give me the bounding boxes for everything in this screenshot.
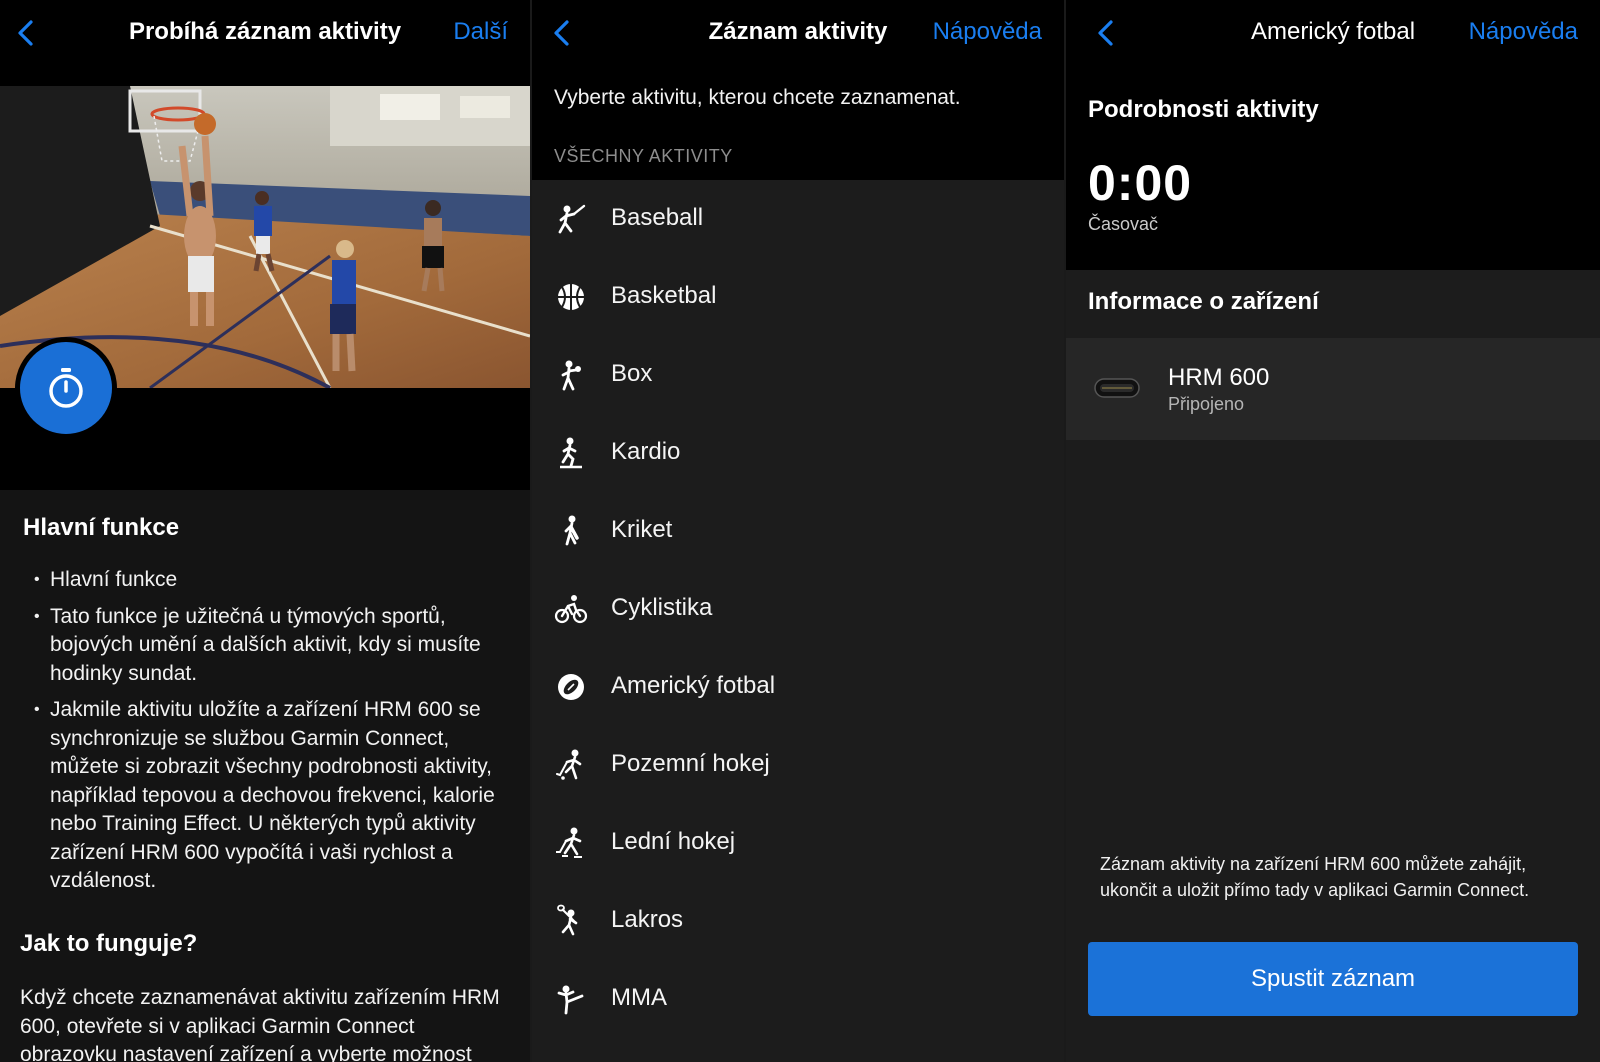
activity-item-basketball[interactable]: Basketbal	[532, 258, 1064, 336]
stopwatch-icon	[49, 368, 83, 408]
how-it-works-heading: Jak to funguje?	[20, 930, 198, 957]
main-features-heading: Hlavní funkce	[23, 514, 180, 541]
activity-item-cardio[interactable]: Kardio	[532, 414, 1064, 492]
activity-label: Box	[611, 360, 653, 387]
activity-item-mma[interactable]: MMA	[532, 960, 1064, 1038]
activity-item-baseball[interactable]: Baseball	[532, 180, 1064, 258]
feature-bullet: Tato funkce je užitečná u týmových sport…	[34, 603, 504, 689]
activity-label: Cyklistika	[611, 594, 713, 621]
section-label: VŠECHNY AKTIVITY	[554, 146, 733, 166]
feature-bullet: Jakmile aktivitu uložíte a zařízení HRM …	[34, 696, 504, 896]
activity-item-american-football[interactable]: Americký fotbal	[532, 648, 1064, 726]
feature-bullet: Hlavní funkce	[34, 566, 504, 595]
american-football-icon	[558, 674, 584, 700]
hrm-device-icon	[1094, 378, 1140, 398]
device-status: Připojeno	[1168, 394, 1245, 414]
stopwatch-button[interactable]	[15, 337, 117, 439]
mma-icon	[557, 985, 584, 1015]
field-hockey-icon	[556, 749, 582, 780]
boxing-icon	[561, 360, 581, 391]
how-it-works-text: Když chcete zaznamenávat aktivitu zaříze…	[20, 986, 500, 1062]
activity-list: Baseball Basketbal Box Kardio Kriket Cyk…	[532, 180, 1064, 1062]
header: Probíhá záznam aktivity Další	[0, 0, 530, 66]
recording-info-text: Záznam aktivity na zařízení HRM 600 může…	[1100, 854, 1530, 900]
activity-label: Pozemní hokej	[611, 750, 770, 777]
next-button[interactable]: Další	[453, 18, 508, 46]
activity-label: Kardio	[611, 438, 681, 465]
header: Záznam aktivity Nápověda	[532, 0, 1064, 66]
device-info-heading: Informace o zařízení	[1088, 288, 1319, 315]
baseball-icon	[558, 204, 586, 234]
start-recording-button[interactable]: Spustit záznam	[1088, 942, 1578, 1016]
activity-item-cricket[interactable]: Kriket	[532, 492, 1064, 570]
activity-item-field-hockey[interactable]: Pozemní hokej	[532, 726, 1064, 804]
activity-label: MMA	[611, 984, 667, 1011]
ice-hockey-icon	[556, 827, 582, 858]
timer-value: 0:00	[1088, 155, 1193, 211]
activity-label: Lední hokej	[611, 828, 736, 855]
activity-label: Americký fotbal	[611, 672, 776, 699]
activity-label: Kriket	[611, 516, 673, 543]
device-info-section: Informace o zařízení HRM 600 Připojeno Z…	[1066, 270, 1600, 1062]
feature-description: Hlavní funkce Hlavní funkce Tato funkce …	[0, 490, 530, 1062]
activity-item-box[interactable]: Box	[532, 336, 1064, 414]
activity-item-cycling[interactable]: Cyklistika	[532, 570, 1064, 648]
timer-label: Časovač	[1088, 214, 1159, 234]
header: Americký fotbal Nápověda	[1066, 0, 1600, 66]
cardio-icon	[560, 437, 582, 469]
activity-label: Basketbal	[611, 282, 717, 309]
basketball-icon	[558, 284, 584, 310]
feature-list: Hlavní funkce Tato funkce je užitečná u …	[34, 566, 504, 904]
instruction-text: Vyberte aktivitu, kterou chcete zaznamen…	[554, 86, 961, 109]
cycling-icon	[554, 595, 588, 624]
device-name: HRM 600	[1168, 364, 1270, 391]
activity-item-ice-hockey[interactable]: Lední hokej	[532, 804, 1064, 882]
help-button[interactable]: Nápověda	[933, 18, 1042, 46]
activity-select-panel: Záznam aktivity Nápověda Vyberte aktivit…	[532, 0, 1064, 1062]
activity-label: Baseball	[611, 204, 704, 231]
activity-item-lacrosse[interactable]: Lakros	[532, 882, 1064, 960]
device-row[interactable]: HRM 600 Připojeno	[1066, 338, 1600, 440]
activity-label: Lakros	[611, 906, 684, 933]
lacrosse-icon	[557, 904, 578, 936]
help-button[interactable]: Nápověda	[1469, 18, 1578, 46]
page-title: Probíhá záznam aktivity	[128, 18, 402, 45]
activity-details-heading: Podrobnosti aktivity	[1088, 96, 1319, 123]
cricket-icon	[564, 515, 579, 546]
activity-detail-panel: Americký fotbal Nápověda Podrobnosti akt…	[1066, 0, 1600, 1062]
activity-recording-panel: Probíhá záznam aktivity Další Hlavní fun…	[0, 0, 530, 1062]
